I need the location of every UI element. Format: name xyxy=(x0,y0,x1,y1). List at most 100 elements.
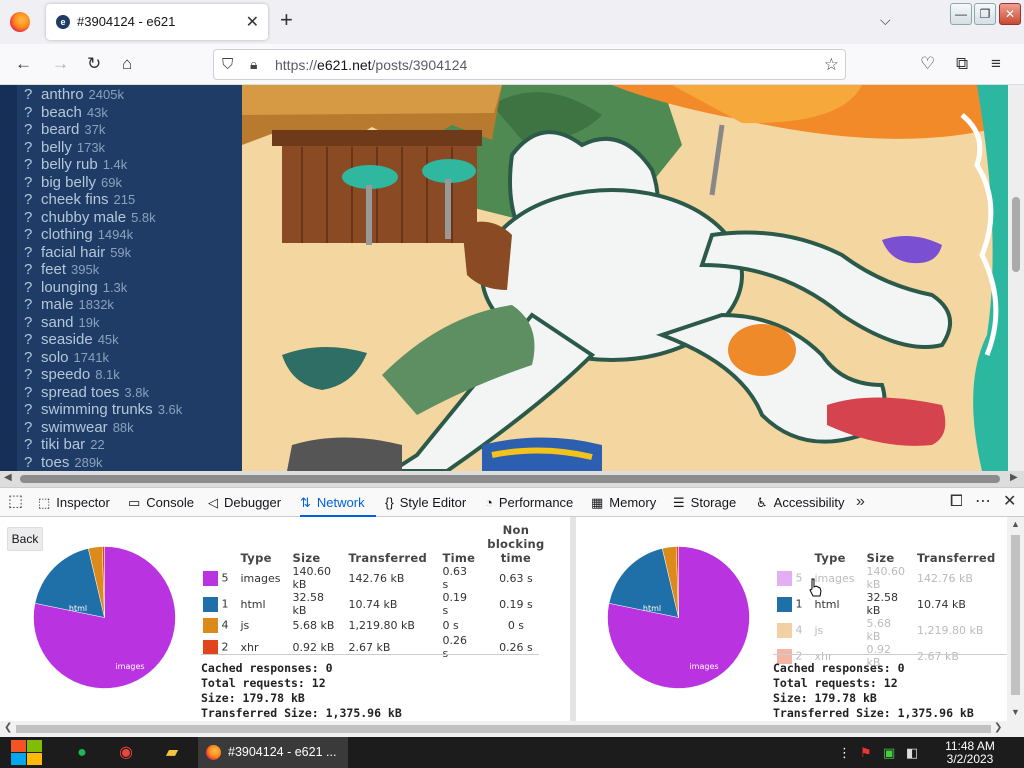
scrollbar-thumb[interactable] xyxy=(1012,197,1020,272)
chrome-icon[interactable]: ◉ xyxy=(106,737,146,768)
scroll-right-icon[interactable]: ❯ xyxy=(994,722,1002,733)
browser-tab[interactable]: e #3904124 - e621 ✕ xyxy=(46,4,268,40)
tag-wiki-link[interactable]: ? xyxy=(17,436,41,454)
tag-name-link[interactable]: beard xyxy=(41,121,79,138)
tag-name-link[interactable]: belly rub xyxy=(41,156,98,173)
devtools-vertical-scrollbar[interactable]: ▲ ▼ xyxy=(1007,517,1024,721)
tag-name-link[interactable]: seaside xyxy=(41,331,93,348)
dock-icon[interactable]: ⧠ xyxy=(950,492,963,512)
windows-start-icon[interactable] xyxy=(9,739,43,766)
table-row[interactable]: 4 js 5.68 kB 1,219.80 kB 0 s 0 s xyxy=(771,617,1007,643)
tab-style-editor[interactable]: {} Style Editor xyxy=(385,488,473,517)
close-devtools-icon[interactable]: ✕ xyxy=(1003,492,1016,512)
star-icon[interactable]: ☆ xyxy=(824,55,839,75)
tag-wiki-link[interactable]: ? xyxy=(17,121,41,139)
tag-wiki-link[interactable]: ? xyxy=(17,209,41,227)
tag-list-item[interactable]: ? male 1832k xyxy=(17,296,242,314)
tag-list-item[interactable]: ? sand 19k xyxy=(17,314,242,332)
tag-wiki-link[interactable]: ? xyxy=(17,279,41,297)
tag-name-link[interactable]: big belly xyxy=(41,174,96,191)
tag-wiki-link[interactable]: ? xyxy=(17,384,41,402)
tag-list-item[interactable]: ? lounging 1.3k xyxy=(17,279,242,297)
tag-name-link[interactable]: swimming trunks xyxy=(41,401,153,418)
tag-wiki-link[interactable]: ? xyxy=(17,314,41,332)
tag-list-item[interactable]: ? tiki bar 22 xyxy=(17,436,242,454)
tag-wiki-link[interactable]: ? xyxy=(17,419,41,437)
tray-overflow-icon[interactable]: ⋮ xyxy=(838,745,851,760)
tag-wiki-link[interactable]: ? xyxy=(17,226,41,244)
tag-list-item[interactable]: ? spread toes 3.8k xyxy=(17,384,242,402)
tag-list-item[interactable]: ? belly 173k xyxy=(17,139,242,157)
close-icon[interactable]: ✕ xyxy=(246,12,259,32)
table-row[interactable]: 2 xhr 0.92 kB 2.67 kB 0.26 s 0.26 s xyxy=(197,634,551,660)
tag-list-item[interactable]: ? seaside 45k xyxy=(17,331,242,349)
table-row[interactable]: 4 js 5.68 kB 1,219.80 kB 0 s 0 s xyxy=(197,617,551,634)
tag-list-item[interactable]: ? facial hair 59k xyxy=(17,244,242,262)
tab-network[interactable]: ⇅ Network xyxy=(300,488,376,517)
tag-name-link[interactable]: sand xyxy=(41,314,74,331)
window-close-icon[interactable]: ✕ xyxy=(999,3,1021,25)
scroll-left-icon[interactable]: ◀ xyxy=(4,472,12,483)
url-text[interactable]: https://e621.net/posts/3904124 xyxy=(275,57,467,73)
reload-icon[interactable]: ↻ xyxy=(87,54,101,74)
tag-list-item[interactable]: ? feet 395k xyxy=(17,261,242,279)
home-icon[interactable]: ⌂ xyxy=(122,54,132,74)
tag-wiki-link[interactable]: ? xyxy=(17,349,41,367)
tag-wiki-link[interactable]: ? xyxy=(17,401,41,419)
page-vertical-scrollbar[interactable] xyxy=(1008,85,1024,471)
tag-list-item[interactable]: ? beach 43k xyxy=(17,104,242,122)
tab-memory[interactable]: ▦ Memory xyxy=(591,488,661,517)
tag-list-item[interactable]: ? anthro 2405k xyxy=(17,86,242,104)
element-picker-icon[interactable]: ⬚ xyxy=(8,492,23,512)
tag-list-item[interactable]: ? belly rub 1.4k xyxy=(17,156,242,174)
network-icon[interactable]: ▣ xyxy=(883,745,895,760)
spotify-icon[interactable]: ● xyxy=(62,737,102,768)
menu-icon[interactable]: ≡ xyxy=(991,54,1001,74)
tag-list-item[interactable]: ? solo 1741k xyxy=(17,349,242,367)
tag-wiki-link[interactable]: ? xyxy=(17,139,41,157)
volume-icon[interactable]: ◧ xyxy=(906,745,918,760)
tab-performance[interactable]: ◔ Performance xyxy=(485,488,581,517)
tag-list-item[interactable]: ? big belly 69k xyxy=(17,174,242,192)
taskbar-firefox-window[interactable]: #3904124 - e621 ... xyxy=(198,737,348,768)
scrollbar-thumb[interactable] xyxy=(20,475,1000,483)
tag-wiki-link[interactable]: ? xyxy=(17,331,41,349)
tab-console[interactable]: ▭ Console xyxy=(128,488,198,517)
tag-wiki-link[interactable]: ? xyxy=(17,366,41,384)
lock-icon[interactable]: 🔒︎ xyxy=(250,56,257,73)
scroll-right-icon[interactable]: ▶ xyxy=(1010,472,1018,483)
scrollbar-thumb[interactable] xyxy=(1011,535,1020,695)
tab-storage[interactable]: ☰ Storage xyxy=(673,488,747,517)
tag-wiki-link[interactable]: ? xyxy=(17,296,41,314)
tab-inspector[interactable]: ⬚ Inspector xyxy=(38,488,118,517)
tag-name-link[interactable]: cheek fins xyxy=(41,191,109,208)
tag-wiki-link[interactable]: ? xyxy=(17,174,41,192)
devtools-horizontal-scrollbar[interactable]: ❮ ❯ xyxy=(0,721,1024,737)
tag-name-link[interactable]: facial hair xyxy=(41,244,105,261)
tab-debugger[interactable]: ◁ Debugger xyxy=(208,488,296,517)
tag-list-item[interactable]: ? cheek fins 215 xyxy=(17,191,242,209)
tag-list-item[interactable]: ? beard 37k xyxy=(17,121,242,139)
tag-wiki-link[interactable]: ? xyxy=(17,244,41,262)
file-explorer-icon[interactable]: ▰ xyxy=(152,737,192,768)
tag-wiki-link[interactable]: ? xyxy=(17,454,41,472)
tag-name-link[interactable]: anthro xyxy=(41,86,84,103)
tag-name-link[interactable]: swimwear xyxy=(41,419,108,436)
overflow-menu-icon[interactable]: ⋯ xyxy=(975,492,991,512)
tag-list-item[interactable]: ? speedo 8.1k xyxy=(17,366,242,384)
pocket-icon[interactable]: ♡ xyxy=(920,54,935,74)
extensions-icon[interactable]: ⧉ xyxy=(956,54,968,74)
more-tools-icon[interactable]: » xyxy=(856,492,865,512)
tag-name-link[interactable]: toes xyxy=(41,454,69,471)
tag-list-item[interactable]: ? toes 289k xyxy=(17,454,242,472)
new-tab-plus-icon[interactable]: + xyxy=(280,9,293,31)
system-clock[interactable]: 11:48 AM 3/2/2023 xyxy=(930,740,1010,766)
tag-list-item[interactable]: ? swimming trunks 3.6k xyxy=(17,401,242,419)
scroll-down-icon[interactable]: ▼ xyxy=(1011,707,1020,717)
tag-name-link[interactable]: chubby male xyxy=(41,209,126,226)
tag-name-link[interactable]: tiki bar xyxy=(41,436,85,453)
url-bar[interactable]: ⛉ 🔒︎ https://e621.net/posts/3904124 ☆ xyxy=(213,49,846,80)
tag-list-item[interactable]: ? clothing 1494k xyxy=(17,226,242,244)
tag-name-link[interactable]: lounging xyxy=(41,279,98,296)
tag-name-link[interactable]: solo xyxy=(41,349,69,366)
